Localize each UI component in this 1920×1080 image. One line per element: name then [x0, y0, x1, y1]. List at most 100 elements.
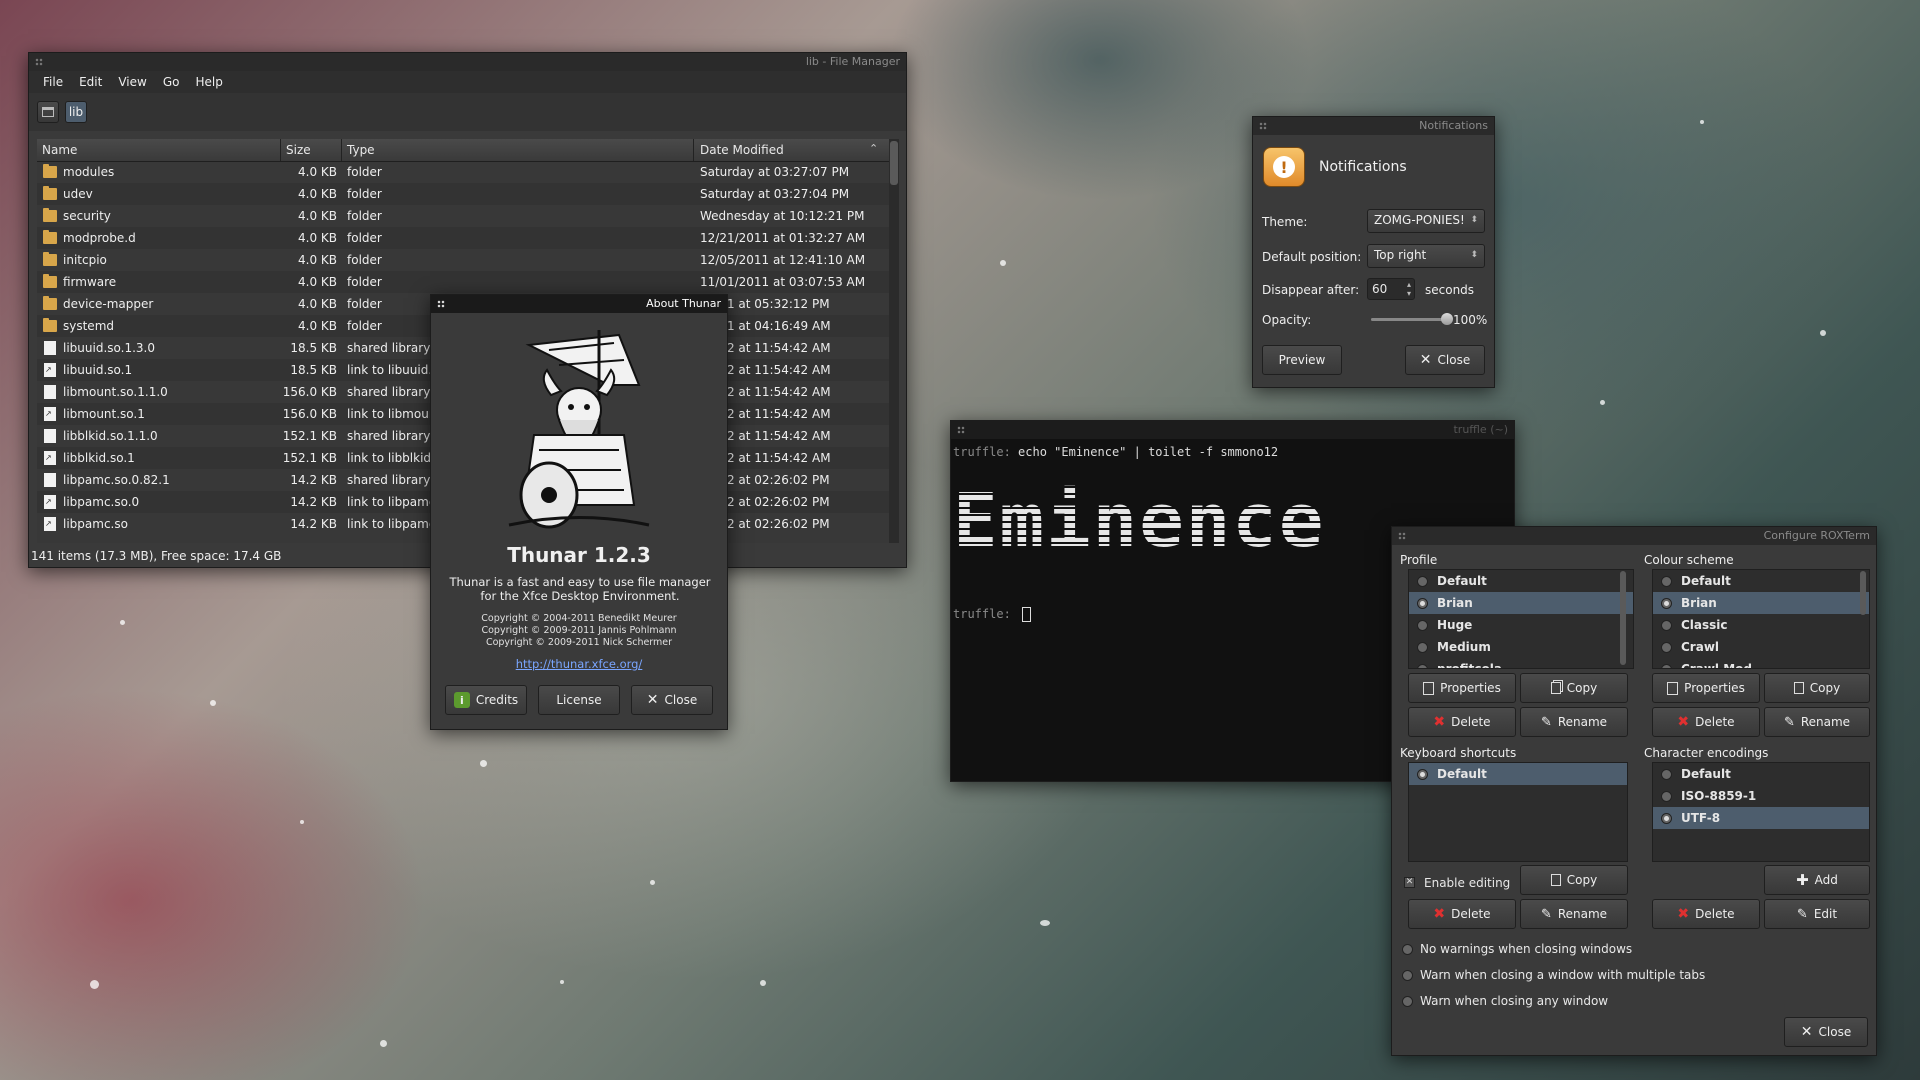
shortcut-item[interactable]: Default [1409, 763, 1627, 785]
column-type[interactable]: Type [347, 143, 375, 157]
scrollbar-thumb[interactable] [1860, 571, 1866, 615]
enable-editing-checkbox[interactable]: ✕ Enable editing [1402, 874, 1512, 892]
about-titlebar[interactable]: About Thunar [431, 295, 727, 313]
menu-view[interactable]: View [118, 75, 146, 89]
close-button[interactable]: ✕ Close [631, 685, 713, 715]
file-date: 12/21/2011 at 01:32:27 AM [700, 231, 866, 245]
encoding-delete-button[interactable]: ✖ Delete [1652, 899, 1760, 929]
radio-icon [1417, 664, 1428, 668]
app-description: Thunar is a fast and easy to use file ma… [449, 575, 711, 603]
colour-scheme-item[interactable]: Crawl [1653, 636, 1869, 658]
license-button[interactable]: License [538, 685, 620, 715]
close-icon: ✕ [1800, 1024, 1813, 1040]
encoding-item[interactable]: ISO-8859-1 [1653, 785, 1869, 807]
warn-option-none[interactable]: No warnings when closing windows [1398, 939, 1858, 959]
website-link[interactable]: http://thunar.xfce.org/ [431, 657, 727, 671]
rename-icon: ✎ [1783, 714, 1795, 730]
info-icon: i [453, 692, 470, 708]
file-size: 4.0 KB [298, 231, 337, 245]
profile-item[interactable]: profitcola [1409, 658, 1633, 668]
folder-icon [43, 230, 57, 244]
colour-scheme-list: Default Brian Classic Crawl Crawl Mod [1652, 569, 1870, 669]
position-select[interactable]: Top right ⬍ [1367, 244, 1485, 268]
colour-scheme-item[interactable]: Brian [1653, 592, 1869, 614]
disappear-label: Disappear after: [1262, 283, 1360, 297]
status-bar: 141 items (17.3 MB), Free space: 17.4 GB [31, 549, 282, 563]
window-title: Notifications [1419, 119, 1488, 132]
delete-icon: ✖ [1433, 906, 1446, 922]
window-menu-icon[interactable] [957, 426, 965, 434]
folder-icon [43, 164, 57, 178]
profile-rename-button[interactable]: ✎ Rename [1520, 707, 1628, 737]
theme-label: Theme: [1262, 215, 1308, 229]
add-encoding-button[interactable]: ✚ Add [1764, 865, 1870, 895]
close-button[interactable]: ✕ Close [1405, 345, 1485, 375]
encoding-edit-button[interactable]: ✎ Edit [1764, 899, 1870, 929]
colour-copy-button[interactable]: Copy [1764, 673, 1870, 703]
menu-file[interactable]: File [43, 75, 63, 89]
colour-scheme-item[interactable]: Default [1653, 570, 1869, 592]
disappear-spinbox[interactable]: 60 ▴ ▾ [1367, 278, 1415, 300]
encoding-item[interactable]: Default [1653, 763, 1869, 785]
shortcut-rename-button[interactable]: ✎ Rename [1520, 899, 1628, 929]
spin-arrows-icon[interactable]: ▴ ▾ [1407, 280, 1411, 298]
copy-icon [1793, 682, 1804, 694]
table-row[interactable]: modprobe.d 4.0 KB folder 12/21/2011 at 01:3… [37, 227, 889, 249]
terminal-titlebar[interactable]: truffle (~) [951, 421, 1514, 439]
scrollbar-thumb[interactable] [1620, 571, 1626, 665]
opacity-slider[interactable] [1371, 313, 1453, 325]
profile-properties-button[interactable]: Properties [1408, 673, 1516, 703]
warn-option-multiple-tabs[interactable]: Warn when closing a window with multiple… [1398, 965, 1858, 985]
colour-rename-button[interactable]: ✎ Rename [1764, 707, 1870, 737]
opacity-slider-handle[interactable] [1441, 313, 1453, 325]
column-date-modified[interactable]: Date Modified [700, 143, 784, 157]
file-size: 4.0 KB [298, 319, 337, 333]
window-menu-icon[interactable] [35, 58, 43, 66]
shortcut-delete-button[interactable]: ✖ Delete [1408, 899, 1516, 929]
table-row[interactable]: security 4.0 KB folder Wednesday at 10:12:2… [37, 205, 889, 227]
colour-scrollbar[interactable] [1858, 571, 1868, 667]
window-menu-icon[interactable] [437, 300, 445, 308]
column-size[interactable]: Size [286, 143, 311, 157]
credits-button[interactable]: i Credits [445, 685, 527, 715]
path-button-lib[interactable]: lib [65, 101, 87, 123]
profile-copy-button[interactable]: Copy [1520, 673, 1628, 703]
warn-option-any-window[interactable]: Warn when closing any window [1398, 991, 1858, 1011]
file-date: /2012 at 11:54:42 AM [700, 385, 831, 399]
profile-delete-button[interactable]: ✖ Delete [1408, 707, 1516, 737]
menu-edit[interactable]: Edit [79, 75, 102, 89]
profile-item[interactable]: Brian [1409, 592, 1633, 614]
encoding-item[interactable]: UTF-8 [1653, 807, 1869, 829]
table-row[interactable]: firmware 4.0 KB folder 11/01/2011 at 03:07:… [37, 271, 889, 293]
preview-button[interactable]: Preview [1262, 345, 1342, 375]
radio-icon [1417, 769, 1428, 780]
window-menu-icon[interactable] [1398, 532, 1406, 540]
table-row[interactable]: udev 4.0 KB folder Saturday at 03:27:04 PM [37, 183, 889, 205]
table-row[interactable]: modules 4.0 KB folder Saturday at 03:27:07 … [37, 161, 889, 183]
scrollbar-thumb[interactable] [890, 141, 898, 185]
theme-select[interactable]: ZOMG-PONIES! ⬍ [1367, 209, 1485, 233]
colour-scheme-item[interactable]: Classic [1653, 614, 1869, 636]
notifications-titlebar[interactable]: Notifications [1253, 117, 1494, 135]
profile-item[interactable]: Huge [1409, 614, 1633, 636]
toggle-path-button[interactable] [37, 101, 59, 123]
file-manager-titlebar[interactable]: lib - File Manager [29, 53, 906, 71]
file-size: 14.2 KB [290, 495, 337, 509]
roxterm-titlebar[interactable]: Configure ROXTerm [1392, 527, 1876, 545]
profile-scrollbar[interactable] [1618, 571, 1628, 667]
window-menu-icon[interactable] [1259, 122, 1267, 130]
profile-item[interactable]: Medium [1409, 636, 1633, 658]
close-button[interactable]: ✕ Close [1784, 1017, 1868, 1047]
column-name[interactable]: Name [42, 143, 77, 157]
chevron-updown-icon: ⬍ [1470, 215, 1478, 225]
table-row[interactable]: initcpio 4.0 KB folder 12/05/2011 at 12:41:… [37, 249, 889, 271]
file-list-scrollbar[interactable] [889, 139, 899, 543]
colour-scheme-item[interactable]: Crawl Mod [1653, 658, 1869, 668]
profile-item[interactable]: Default [1409, 570, 1633, 592]
shortcut-copy-button[interactable]: Copy [1520, 865, 1628, 895]
menu-go[interactable]: Go [163, 75, 180, 89]
menu-help[interactable]: Help [195, 75, 222, 89]
colour-properties-button[interactable]: Properties [1652, 673, 1760, 703]
symlink-file-icon [44, 407, 56, 421]
colour-delete-button[interactable]: ✖ Delete [1652, 707, 1760, 737]
